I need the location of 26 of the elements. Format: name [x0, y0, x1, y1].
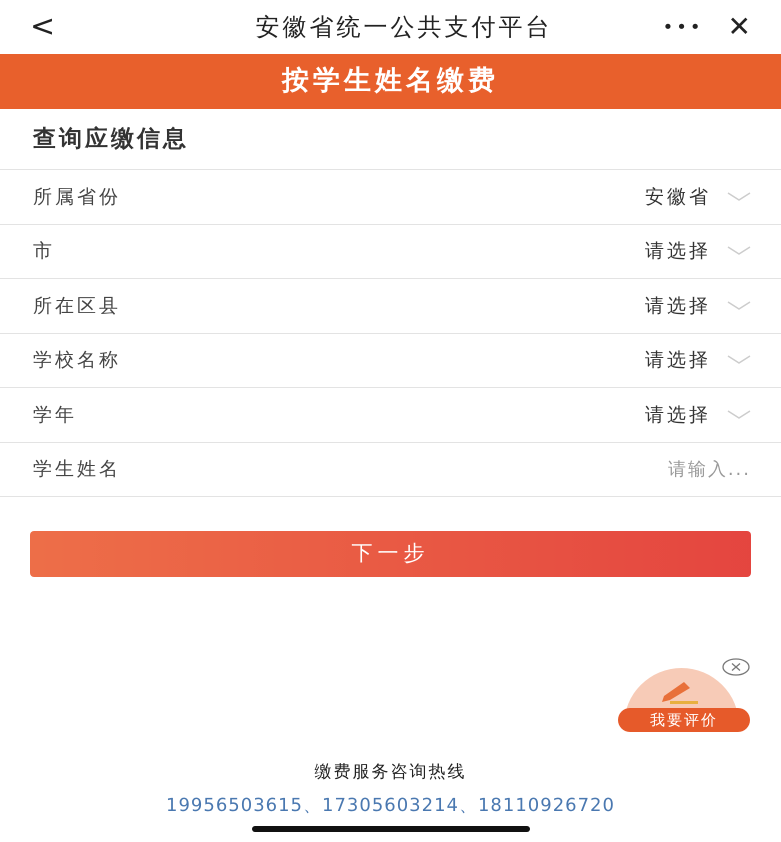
more-button[interactable]: •••: [662, 14, 704, 40]
select-value[interactable]: 请选择: [645, 346, 711, 374]
section-title: 查询应缴信息: [33, 124, 189, 154]
select-value[interactable]: 安徽省: [645, 182, 711, 211]
select-value[interactable]: 请选择: [645, 237, 711, 266]
select-value[interactable]: 请选择: [645, 400, 711, 429]
field-label: 学校名称: [33, 348, 121, 373]
close-button[interactable]: ✕: [728, 13, 751, 41]
chevron-down-icon: [727, 354, 751, 366]
chevron-down-icon: [727, 408, 751, 421]
field-label: 所在区县: [33, 294, 121, 318]
field-label: 市: [33, 239, 55, 264]
select-value[interactable]: 请选择: [645, 292, 711, 320]
page-title: 按学生姓名缴费: [282, 64, 499, 98]
field-label: 学年: [33, 402, 77, 428]
field-label: 学生姓名: [33, 457, 121, 482]
close-icon[interactable]: [722, 658, 750, 676]
hotline-title: 缴费服务咨询热线: [314, 762, 466, 782]
feedback-button[interactable]: 我要评价: [618, 708, 750, 732]
chevron-down-icon: [727, 245, 751, 258]
chevron-down-icon: [727, 300, 751, 312]
chevron-down-icon: [727, 190, 751, 203]
window-title: 安徽省统一公共支付平台: [255, 13, 552, 41]
back-button[interactable]: <: [30, 12, 56, 42]
hotline-numbers: 19956503615、17305603214、18110926720: [166, 794, 615, 816]
field-label: 所属省份: [33, 184, 121, 210]
